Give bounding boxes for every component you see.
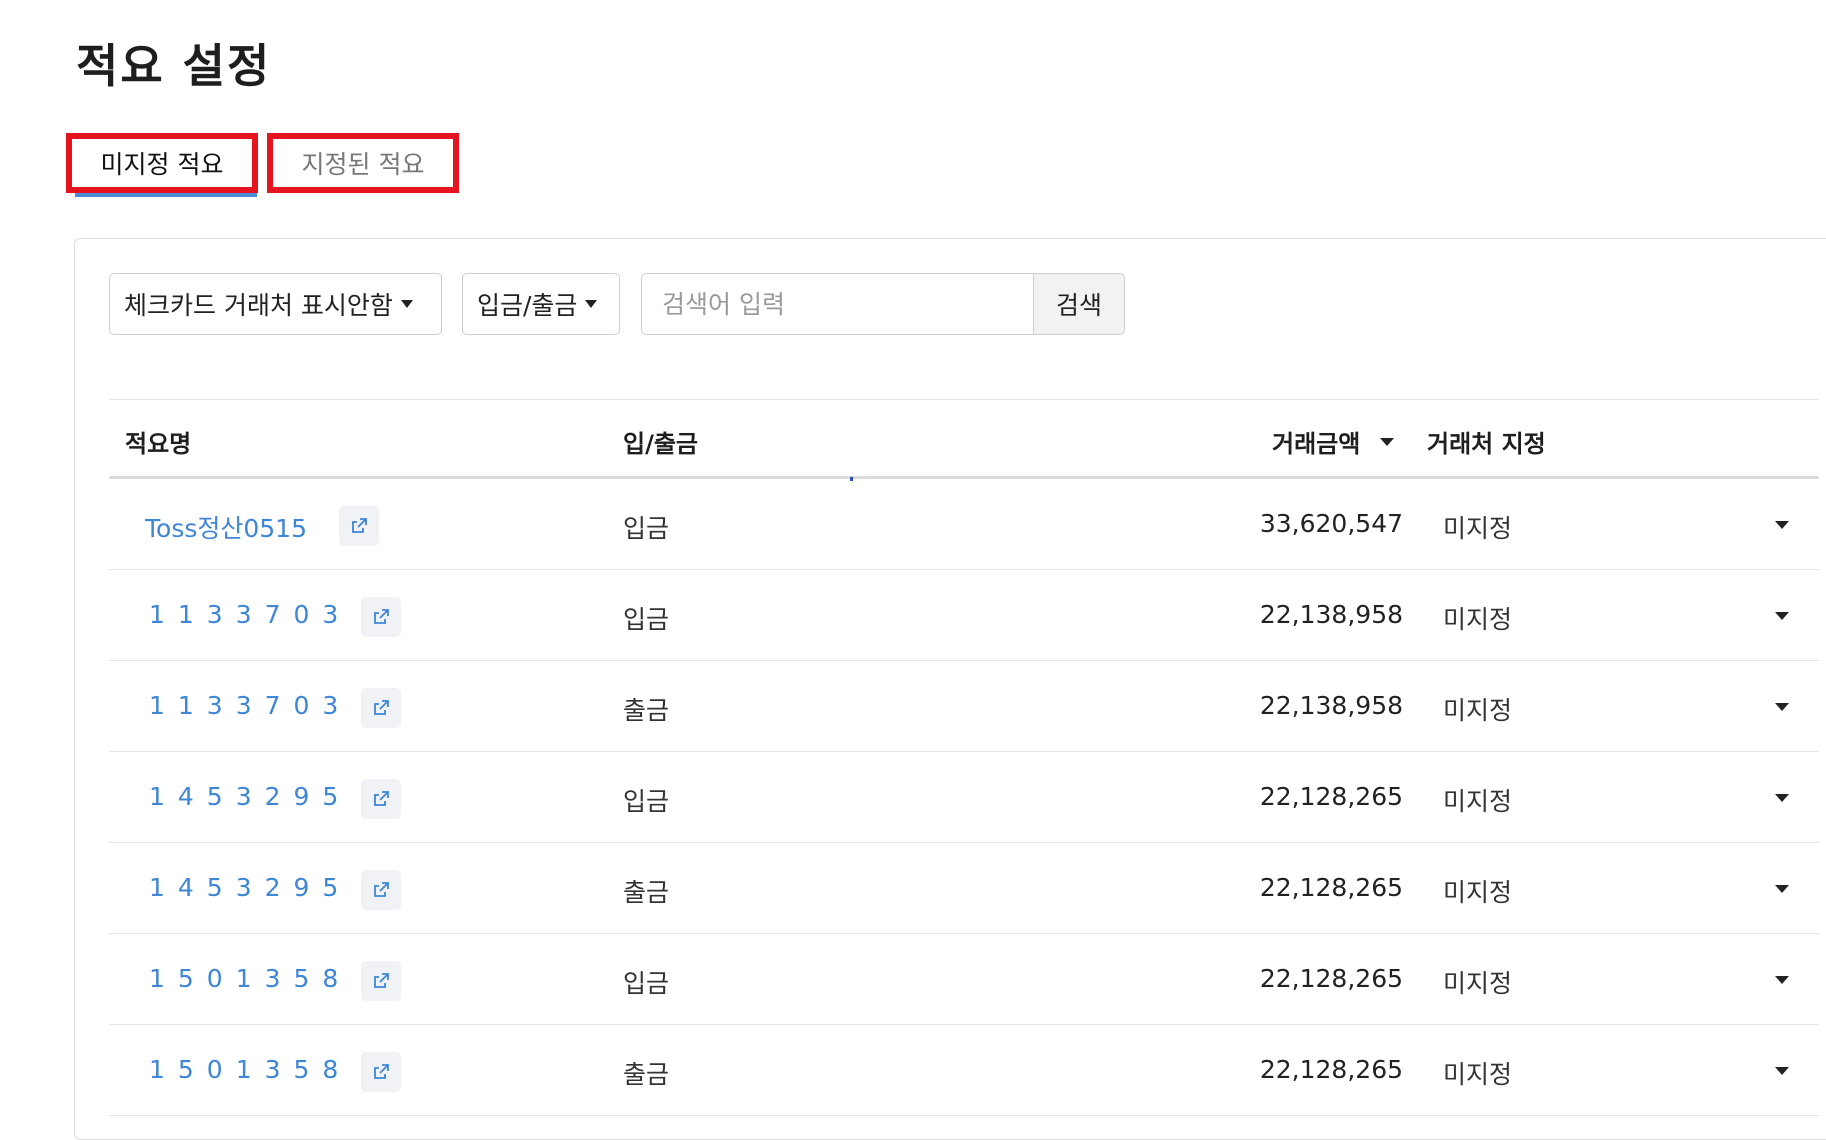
row-amount: 22,128,265 — [1259, 964, 1403, 993]
caret-down-icon[interactable] — [1775, 1067, 1789, 1075]
row-name-link[interactable]: 1501358 — [149, 1055, 351, 1084]
row-name-link[interactable]: 1133703 — [149, 691, 351, 720]
vendor-display-dropdown[interactable]: 체크카드 거래처 표시안함 — [109, 273, 442, 335]
tab-assigned[interactable]: 지정된 적요 — [267, 133, 459, 193]
table-row: 1133703 입금 22,138,958 미지정 — [109, 570, 1819, 661]
sort-caret-down-icon — [1380, 437, 1395, 446]
row-amount: 22,138,958 — [1259, 600, 1403, 629]
row-vendor-select[interactable]: 미지정 — [1443, 691, 1512, 727]
external-link-icon[interactable] — [361, 688, 401, 728]
stray-dot — [850, 477, 853, 481]
row-name-link[interactable]: 1501358 — [149, 964, 351, 993]
row-vendor-select[interactable]: 미지정 — [1443, 600, 1512, 636]
row-name-link[interactable]: 1453295 — [149, 873, 351, 902]
row-vendor-select[interactable]: 미지정 — [1443, 509, 1512, 545]
external-link-icon[interactable] — [361, 1052, 401, 1092]
table-row: Toss정산0515 입금 33,620,547 미지정 — [109, 479, 1819, 570]
header-amount-sort[interactable]: 거래금액 — [1272, 424, 1395, 459]
table-row: 1501358 출금 22,128,265 미지정 — [109, 1025, 1819, 1116]
row-inout: 입금 — [623, 605, 670, 634]
header-name: 적요명 — [125, 430, 192, 458]
page-title: 적요 설정 — [76, 39, 272, 93]
active-tab-indicator — [75, 193, 257, 197]
caret-down-icon[interactable] — [1775, 885, 1789, 893]
row-amount: 22,128,265 — [1259, 782, 1403, 811]
row-inout: 입금 — [623, 969, 670, 998]
row-inout: 입금 — [623, 514, 670, 543]
header-inout: 입/출금 — [623, 430, 699, 458]
row-amount: 22,138,958 — [1259, 691, 1403, 720]
external-link-icon[interactable] — [361, 779, 401, 819]
row-vendor-select[interactable]: 미지정 — [1443, 782, 1512, 818]
tab-unassigned[interactable]: 미지정 적요 — [66, 133, 258, 193]
table-header: 적요명 입/출금 거래금액 거래처 지정 — [109, 399, 1819, 479]
row-name-link[interactable]: Toss정산0515 — [145, 509, 307, 545]
row-vendor-select[interactable]: 미지정 — [1443, 873, 1512, 909]
inout-dropdown[interactable]: 입금/출금 — [462, 273, 620, 335]
row-inout: 입금 — [623, 787, 670, 816]
row-inout: 출금 — [623, 1060, 670, 1089]
row-amount: 33,620,547 — [1259, 509, 1403, 538]
vendor-display-label: 체크카드 거래처 표시안함 — [124, 291, 393, 320]
row-vendor-select[interactable]: 미지정 — [1443, 1055, 1512, 1091]
caret-down-icon[interactable] — [1775, 976, 1789, 984]
caret-down-icon[interactable] — [1775, 703, 1789, 711]
external-link-icon[interactable] — [361, 961, 401, 1001]
header-amount-label: 거래금액 — [1272, 430, 1361, 458]
external-link-icon[interactable] — [361, 597, 401, 637]
caret-down-icon[interactable] — [1775, 794, 1789, 802]
row-amount: 22,128,265 — [1259, 873, 1403, 902]
search-input[interactable] — [641, 273, 1035, 335]
inout-dropdown-label: 입금/출금 — [477, 291, 578, 320]
caret-down-icon[interactable] — [1775, 521, 1789, 529]
row-amount: 22,128,265 — [1259, 1055, 1403, 1084]
caret-down-icon[interactable] — [1775, 612, 1789, 620]
header-vendor: 거래처 지정 — [1427, 430, 1546, 458]
row-inout: 출금 — [623, 696, 670, 725]
caret-down-icon — [400, 300, 413, 308]
external-link-icon[interactable] — [361, 870, 401, 910]
table-row: 1453295 입금 22,128,265 미지정 — [109, 752, 1819, 843]
caret-down-icon — [585, 300, 598, 308]
summary-table: 적요명 입/출금 거래금액 거래처 지정 Toss정산0515 입금 33,62… — [109, 399, 1819, 1116]
table-row: 1453295 출금 22,128,265 미지정 — [109, 843, 1819, 934]
row-vendor-select[interactable]: 미지정 — [1443, 964, 1512, 1000]
search-button[interactable]: 검색 — [1033, 273, 1125, 335]
table-row: 1133703 출금 22,138,958 미지정 — [109, 661, 1819, 752]
table-row: 1501358 입금 22,128,265 미지정 — [109, 934, 1819, 1025]
content-panel: 체크카드 거래처 표시안함 입금/출금 검색 적요명 입/출금 거래금액 거래처… — [74, 238, 1826, 1140]
row-name-link[interactable]: 1453295 — [149, 782, 351, 811]
row-inout: 출금 — [623, 878, 670, 907]
external-link-icon[interactable] — [339, 506, 379, 546]
row-name-link[interactable]: 1133703 — [149, 600, 351, 629]
